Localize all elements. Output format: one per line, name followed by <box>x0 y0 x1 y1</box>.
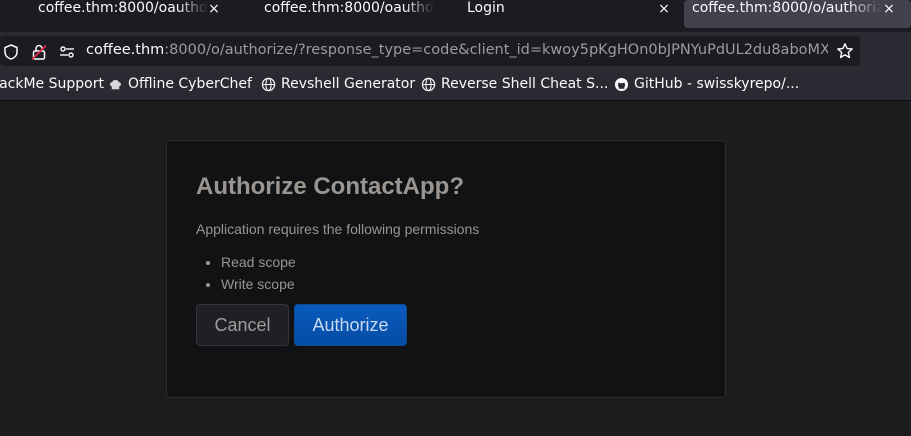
authorize-button[interactable]: Authorize <box>294 304 407 346</box>
cancel-button[interactable]: Cancel <box>196 304 289 346</box>
bookmark-label: Reverse Shell Cheat S... <box>441 76 609 92</box>
page-viewport: Authorize ContactApp? Application requir… <box>0 101 911 436</box>
globe-icon <box>261 77 276 91</box>
dialog-title: Authorize ContactApp? <box>196 173 464 200</box>
tab-close-icon[interactable]: × <box>656 0 672 18</box>
bookmark-offline-cyberchef[interactable]: Offline CyberChef <box>108 76 252 92</box>
bookmarks-toolbar: TryHackMe Support Offline CyberChef Revs… <box>0 70 911 101</box>
tab-strip: coffee.thm:8000/oauthdemo × coffee.thm:8… <box>0 0 911 32</box>
url-text[interactable]: coffee.thm:8000/o/authorize/?response_ty… <box>86 42 828 58</box>
bookmark-label: GitHub - swisskyrepo/... <box>634 76 800 92</box>
permission-item: Write scope <box>221 273 296 295</box>
bookmark-tryhackme-support[interactable]: TryHackMe Support <box>0 76 104 92</box>
bookmark-revshell-generator[interactable]: Revshell Generator <box>261 76 415 92</box>
tab-login[interactable]: Login × <box>452 0 678 30</box>
bookmark-star-icon[interactable] <box>836 42 854 60</box>
bookmark-reverse-shell-cheat-sheet[interactable]: Reverse Shell Cheat S... <box>421 76 608 92</box>
bookmark-label: Offline CyberChef <box>128 76 252 92</box>
url-bar[interactable]: coffee.thm:8000/o/authorize/?response_ty… <box>0 36 860 66</box>
github-icon <box>614 77 629 91</box>
chef-hat-icon <box>110 79 121 89</box>
tab-title: coffee.thm:8000/oauthdemo <box>264 0 434 16</box>
bookmark-label: Revshell Generator <box>281 76 416 92</box>
tab-authorize[interactable]: coffee.thm:8000/o/authorize/ × <box>684 0 911 28</box>
tab-oauthdemo-2[interactable]: coffee.thm:8000/oauthdemo <box>236 0 448 30</box>
navigation-bar: coffee.thm:8000/o/authorize/?response_ty… <box>0 32 911 70</box>
tab-close-icon[interactable]: × <box>881 0 897 18</box>
permissions-list: Read scope Write scope <box>196 251 296 295</box>
url-path: :8000/o/authorize/?response_type=code&cl… <box>164 42 828 58</box>
shield-icon[interactable] <box>2 43 20 61</box>
permissions-description: Application requires the following permi… <box>196 221 480 237</box>
permission-item: Read scope <box>221 251 296 273</box>
tab-title: coffee.thm:8000/o/authorize/ <box>692 0 882 16</box>
bookmark-label: TryHackMe Support <box>0 76 104 92</box>
tab-title: Login <box>467 0 505 16</box>
bookmark-github-swisskyrepo[interactable]: GitHub - swisskyrepo/... <box>614 76 799 92</box>
permissions-icon[interactable] <box>58 43 76 61</box>
tab-close-icon[interactable]: × <box>206 0 222 18</box>
insecure-lock-icon[interactable] <box>30 43 48 61</box>
globe-icon <box>421 77 436 91</box>
tab-oauthdemo-1[interactable]: coffee.thm:8000/oauthdemo × <box>0 0 228 30</box>
url-host: coffee.thm <box>86 42 165 58</box>
tab-title: coffee.thm:8000/oauthdemo <box>38 0 208 16</box>
authorize-card: Authorize ContactApp? Application requir… <box>166 140 726 398</box>
